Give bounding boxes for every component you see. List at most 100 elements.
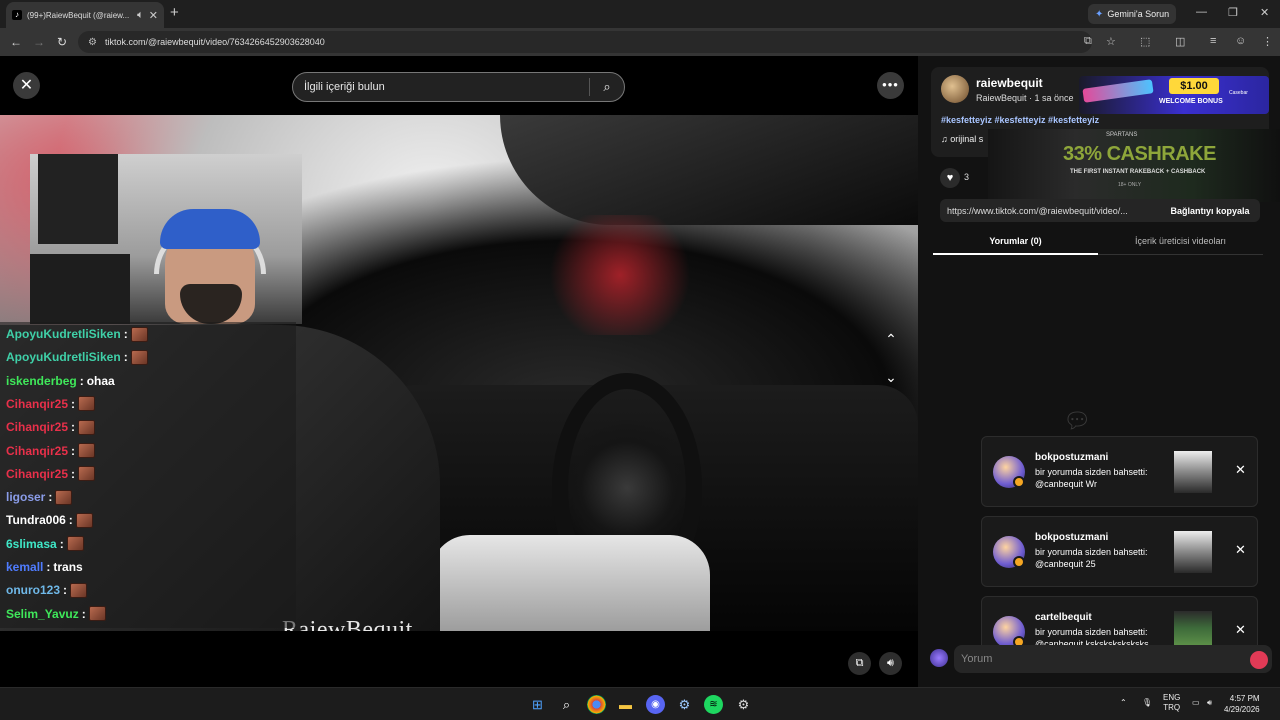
notification-message: bir yorumda sizden bahsetti: @canbequit … <box>1035 467 1148 489</box>
ad-brand: Casebar <box>1229 90 1248 96</box>
author-username[interactable]: raiewbequit <box>976 76 1043 90</box>
chat-line: kemall: trans <box>6 557 83 577</box>
network-icon[interactable]: ▭ <box>1192 698 1200 708</box>
notification-thumbnail[interactable] <box>1174 531 1212 573</box>
tab-close-icon[interactable]: ✕ <box>149 9 158 22</box>
file-explorer-icon[interactable]: ▬ <box>616 695 635 714</box>
previous-video-chevron-up-icon[interactable]: ⌃ <box>880 328 902 350</box>
steam-icon[interactable]: ⚙ <box>675 695 694 714</box>
chat-colon: : <box>71 466 76 481</box>
windows-start-icon[interactable]: ⊞ <box>528 695 547 714</box>
mini-player-icon[interactable]: ⧉ <box>848 652 871 675</box>
chat-line: ligoser: <box>6 487 73 507</box>
notification-close-icon[interactable]: ✕ <box>1235 462 1246 478</box>
forward-icon[interactable]: → <box>33 35 45 49</box>
chat-username: ApoyuKudretliSiken <box>6 350 121 365</box>
reload-icon[interactable]: ↻ <box>57 35 67 49</box>
more-options-button[interactable]: ••• <box>877 72 904 99</box>
install-app-icon[interactable]: ⧉ <box>1084 35 1092 48</box>
volume-icon[interactable]: 🔊︎ <box>879 652 902 675</box>
chrome-icon[interactable] <box>587 695 606 714</box>
bookmark-star-icon[interactable]: ☆ <box>1106 35 1116 48</box>
mention-notification[interactable]: bokpostuzmani bir yorumda sizden bahsetti… <box>981 436 1258 507</box>
address-bar[interactable]: ⚙ tiktok.com/@raiewbequit/video/76342664… <box>78 31 1092 53</box>
ad-gun-graphic <box>1082 79 1154 103</box>
video-sound[interactable]: ♫ orijinal s <box>941 134 983 144</box>
like-heart-icon[interactable]: ♥ <box>940 168 960 188</box>
share-url[interactable]: https://www.tiktok.com/@raiewbequit/vide… <box>940 206 1160 216</box>
ad-welcome-text: WELCOME BONUS <box>1159 98 1223 105</box>
casino-ad-banner[interactable]: $1.00 WELCOME BONUS Casebar <box>1079 76 1269 114</box>
notification-close-icon[interactable]: ✕ <box>1235 622 1246 638</box>
comment-input[interactable]: Yorum <box>954 645 1272 673</box>
window-close-icon[interactable]: ✕ <box>1260 6 1269 19</box>
copy-link-button[interactable]: Bağlantıyı kopyala <box>1160 206 1260 216</box>
tab-comments[interactable]: Yorumlar (0) <box>933 236 1098 255</box>
tab-audio-icon[interactable]: 🔈︎ <box>137 9 144 22</box>
menu-kebab-icon[interactable]: ⋮ <box>1262 35 1273 48</box>
browser-tab-bar: ♪ (99+)RaiewBequit (@raiew... 🔈︎ ✕ + ✦ G… <box>0 0 1280 28</box>
split-view-icon[interactable]: ◫ <box>1175 35 1185 48</box>
chat-line: Cihanqir25: <box>6 417 96 437</box>
author-avatar[interactable] <box>941 75 969 103</box>
tray-overflow-chevron-up-icon[interactable]: ⌃ <box>1120 698 1127 708</box>
discord-icon[interactable]: ◉ <box>646 695 665 714</box>
video-hashtags[interactable]: #kesfetteyiz #kesfetteyiz #kesfetteyiz <box>941 115 1099 125</box>
microphone-icon[interactable]: 🎙︎ <box>1142 698 1152 708</box>
car-seat <box>430 535 710 631</box>
mention-notification[interactable]: bokpostuzmani bir yorumda sizden bahsetti… <box>981 516 1258 587</box>
notification-message: bir yorumda sizden bahsetti: @canbequit … <box>1035 547 1148 569</box>
chat-emote-icon <box>78 466 96 482</box>
search-icon[interactable]: ⌕ <box>590 79 624 95</box>
webcam-poster <box>38 154 118 244</box>
search-input[interactable]: İlgili içeriği bulun <box>293 81 589 93</box>
chat-username: Cihanqir25 <box>6 420 69 435</box>
settings-icon[interactable]: ⚙ <box>734 695 753 714</box>
chat-colon: : <box>71 443 76 458</box>
extensions-icon[interactable]: ⬚ <box>1140 35 1150 48</box>
chat-colon: : <box>48 490 53 505</box>
new-tab-button[interactable]: + <box>170 4 179 21</box>
panel-tabs: Yorumlar (0) İçerik üreticisi videoları <box>933 231 1263 255</box>
notification-thumbnail[interactable] <box>1174 451 1212 493</box>
right-panel: raiewbequit RaiewBequit · 1 sa önce #kes… <box>918 56 1280 687</box>
close-video-button[interactable]: ✕ <box>13 72 40 99</box>
taskbar-clock[interactable]: 4:57 PM 4/29/2026 <box>1224 693 1260 715</box>
chat-emote-icon <box>130 349 148 365</box>
chat-line: iskenderbeg: ohaa <box>6 371 115 391</box>
chat-colon: : <box>81 606 86 621</box>
chat-colon: : <box>63 583 68 598</box>
video-controls: ⧉ 🔊︎ <box>848 652 902 675</box>
clock-date: 4/29/2026 <box>1224 705 1260 714</box>
cashrake-ad-banner[interactable]: SPARTANS 33% CASHRAKE THE FIRST INSTANT … <box>988 129 1280 202</box>
tiktok-page: RaiewBequit ✕ İlgili içeriği bulun ⌕ •••… <box>0 56 1280 687</box>
gemini-button[interactable]: ✦ Gemini'a Sorun <box>1088 4 1177 24</box>
restore-icon[interactable]: ❐ <box>1228 6 1238 19</box>
notification-user: bokpostuzmani <box>1035 452 1109 463</box>
media-controls-icon[interactable]: ≡ <box>1210 35 1216 47</box>
notification-user: bokpostuzmani <box>1035 532 1109 543</box>
browser-tab[interactable]: ♪ (99+)RaiewBequit (@raiew... 🔈︎ ✕ <box>6 2 164 28</box>
post-comment-icon[interactable] <box>1250 651 1268 669</box>
empty-comments-icon: 💬︎ <box>1063 408 1091 433</box>
author-subline: RaiewBequit · 1 sa önce <box>976 93 1074 103</box>
chat-colon: : <box>59 536 64 551</box>
spotify-icon[interactable]: ≋ <box>704 695 723 714</box>
minimize-icon[interactable]: — <box>1196 6 1207 18</box>
tiktok-icon: ♪ <box>12 10 22 20</box>
speaker-icon[interactable]: 🔊︎ <box>1207 698 1212 708</box>
back-icon[interactable]: ← <box>10 35 22 49</box>
next-video-chevron-down-icon[interactable]: ⌄ <box>880 366 902 388</box>
notification-badge-icon <box>1013 476 1025 488</box>
streamer-webcam-overlay <box>30 154 302 324</box>
language-indicator[interactable]: ENG TRQ <box>1163 693 1180 713</box>
search-bar[interactable]: İlgili içeriği bulun ⌕ <box>292 72 625 102</box>
site-info-icon[interactable]: ⚙ <box>88 37 97 48</box>
chat-username: Cihanqir25 <box>6 396 69 411</box>
ad2-headline: 33% CASHRAKE <box>1063 143 1216 165</box>
notification-close-icon[interactable]: ✕ <box>1235 542 1246 558</box>
profile-avatar-icon[interactable]: ☺ <box>1235 35 1246 47</box>
search-taskbar-icon[interactable]: ⌕ <box>557 695 576 714</box>
lang-bottom: TRQ <box>1163 703 1181 712</box>
tab-creator-videos[interactable]: İçerik üreticisi videoları <box>1098 236 1263 246</box>
